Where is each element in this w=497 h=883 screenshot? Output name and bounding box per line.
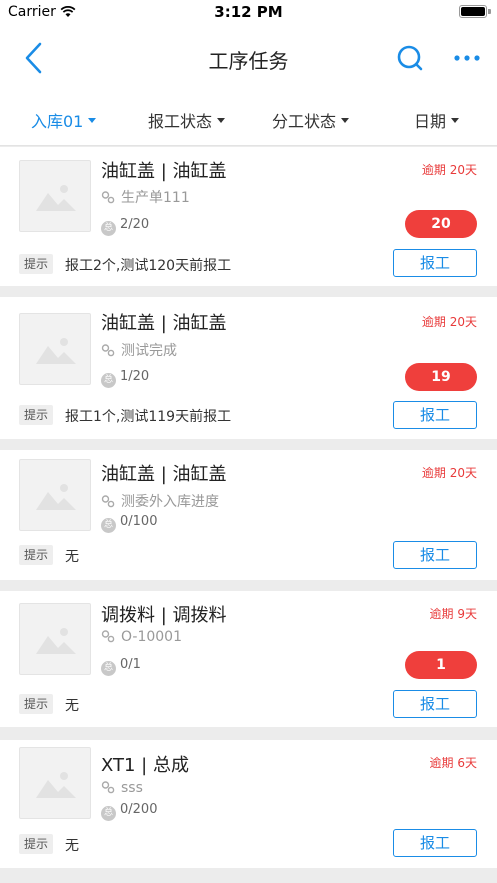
task-card[interactable]: 油缸盖 | 油缸盖 逾期 20天 生产单111 总 2/20 20 提示 报工2个… (0, 147, 497, 286)
overdue-label: 逾期 6天 (429, 756, 477, 770)
tip-tag: 提示 (19, 834, 54, 854)
nav-bar: 工序任务 (0, 26, 497, 90)
total-progress: 0/1 (120, 657, 141, 672)
caret-down-icon (217, 118, 226, 123)
process-icon (101, 191, 115, 204)
order-label: 测试完成 (121, 343, 177, 359)
total-icon: 总 (101, 661, 116, 676)
more-icon[interactable] (452, 48, 482, 68)
filter-label: 分工状态 (272, 112, 337, 131)
card-title: 调拨料 | 调拨料 (101, 605, 227, 626)
total-icon: 总 (101, 221, 116, 236)
card-title: 油缸盖 | 油缸盖 (101, 161, 227, 182)
report-button[interactable]: 报工 (393, 249, 477, 277)
image-placeholder (19, 747, 91, 819)
image-placeholder (19, 313, 91, 385)
filter-date[interactable]: 日期 (414, 108, 460, 132)
filter-report-status[interactable]: 报工状态 (148, 108, 226, 132)
total-progress: 2/20 (120, 217, 150, 232)
task-card[interactable]: 调拨料 | 调拨料 逾期 9天 O-10001 总 0/1 1 提示 无 报工 (0, 591, 497, 727)
report-button[interactable]: 报工 (393, 541, 477, 569)
image-icon (36, 185, 76, 211)
tip-text: 无 (65, 838, 79, 854)
tip-text: 无 (65, 549, 79, 565)
filter-label: 日期 (414, 112, 447, 131)
image-icon (36, 628, 76, 654)
search-icon[interactable] (396, 44, 424, 72)
tip-text: 报工1个,测试119天前报工 (65, 409, 232, 425)
order-label: 测委外入库进度 (121, 494, 219, 510)
report-button[interactable]: 报工 (393, 690, 477, 718)
filter-bar: 入库01 报工状态 分工状态 日期 (0, 90, 497, 146)
total-icon: 总 (101, 806, 116, 821)
tip-tag: 提示 (19, 405, 54, 425)
filter-assign-status[interactable]: 分工状态 (272, 108, 350, 132)
card-title: XT1 | 总成 (101, 755, 189, 776)
total-icon: 总 (101, 518, 116, 533)
overdue-label: 逾期 20天 (421, 163, 477, 177)
battery-icon (459, 5, 487, 18)
filter-label: 入库01 (31, 112, 84, 131)
caret-down-icon (451, 118, 460, 123)
task-card[interactable]: XT1 | 总成 逾期 6天 sss 总 0/200 提示 无 报工 (0, 740, 497, 868)
tip-text: 无 (65, 698, 79, 714)
process-icon (101, 344, 115, 357)
clock: 3:12 PM (214, 3, 283, 21)
process-icon (101, 781, 115, 794)
battery-tip (488, 9, 491, 14)
process-icon (101, 495, 115, 508)
total-progress: 1/20 (120, 369, 150, 384)
order-label: sss (121, 780, 143, 796)
tip-text: 报工2个,测试120天前报工 (65, 258, 232, 274)
task-card[interactable]: 油缸盖 | 油缸盖 逾期 20天 测委外入库进度 总 0/100 提示 无 报工 (0, 450, 497, 580)
tip-tag: 提示 (19, 545, 54, 565)
card-title: 油缸盖 | 油缸盖 (101, 313, 227, 334)
status-bar: Carrier 3:12 PM (0, 0, 497, 26)
filter-warehouse[interactable]: 入库01 (31, 108, 97, 132)
overdue-label: 逾期 20天 (421, 466, 477, 480)
image-icon (36, 772, 76, 798)
overdue-label: 逾期 9天 (429, 607, 477, 621)
remaining-badge: 19 (405, 363, 477, 391)
caret-down-icon (341, 118, 350, 123)
order-label: 生产单111 (121, 190, 190, 206)
total-progress: 0/200 (120, 802, 158, 817)
image-icon (36, 484, 76, 510)
overdue-label: 逾期 20天 (421, 315, 477, 329)
process-icon (101, 630, 115, 643)
image-placeholder (19, 160, 91, 232)
image-placeholder (19, 459, 91, 531)
card-title: 油缸盖 | 油缸盖 (101, 464, 227, 485)
total-icon: 总 (101, 373, 116, 388)
report-button[interactable]: 报工 (393, 401, 477, 429)
tip-tag: 提示 (19, 254, 54, 274)
remaining-badge: 20 (405, 210, 477, 238)
image-placeholder (19, 603, 91, 675)
caret-down-icon (88, 118, 97, 123)
tip-tag: 提示 (19, 694, 54, 714)
order-label: O-10001 (121, 629, 182, 645)
image-icon (36, 338, 76, 364)
remaining-badge: 1 (405, 651, 477, 679)
task-card[interactable]: 油缸盖 | 油缸盖 逾期 20天 测试完成 总 1/20 19 提示 报工1个,测… (0, 297, 497, 439)
total-progress: 0/100 (120, 514, 158, 529)
report-button[interactable]: 报工 (393, 829, 477, 857)
filter-label: 报工状态 (148, 112, 213, 131)
